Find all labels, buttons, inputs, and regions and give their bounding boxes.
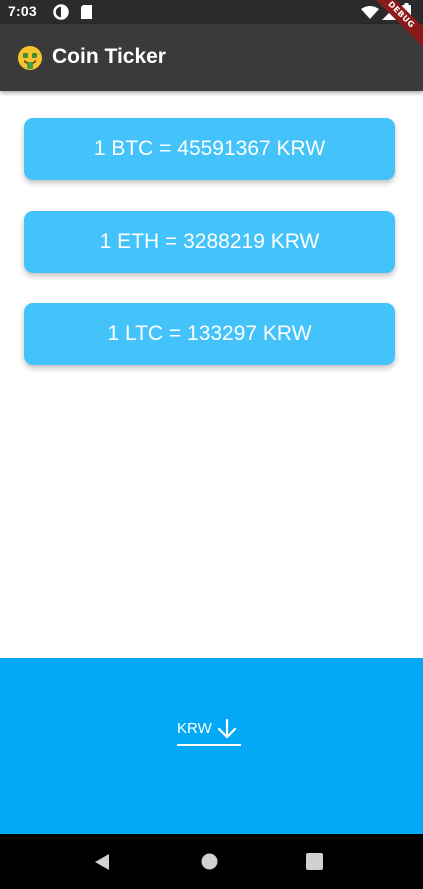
app-bar: Coin Ticker (0, 24, 423, 91)
wifi-icon (361, 5, 379, 24)
rate-text-eth: 1 ETH = 3288219 KRW (99, 230, 320, 253)
rate-text-ltc: 1 LTC = 133297 KRW (107, 322, 312, 345)
currency-dropdown-value: KRW (177, 720, 212, 737)
rate-card-btc: 1 BTC = 45591367 KRW (24, 118, 395, 180)
currency-dropdown[interactable]: KRW (177, 718, 241, 748)
rate-card-eth: 1 ETH = 3288219 KRW (24, 211, 395, 273)
sd-card-icon (80, 4, 93, 24)
back-icon[interactable] (93, 853, 111, 875)
recents-icon[interactable] (306, 853, 323, 874)
app-title: Coin Ticker (52, 45, 166, 68)
arrow-down-icon (217, 718, 237, 744)
status-bar: 7:03 (0, 0, 423, 24)
system-nav-bar (0, 834, 423, 889)
currency-picker-panel: KRW (0, 658, 423, 834)
rate-text-btc: 1 BTC = 45591367 KRW (93, 137, 326, 160)
dropdown-underline (177, 744, 241, 746)
home-icon[interactable] (201, 853, 218, 874)
money-mouth-face-icon (17, 45, 43, 71)
rate-card-ltc: 1 LTC = 133297 KRW (24, 303, 395, 365)
status-time: 7:03 (8, 3, 37, 19)
data-saver-icon (53, 4, 69, 24)
